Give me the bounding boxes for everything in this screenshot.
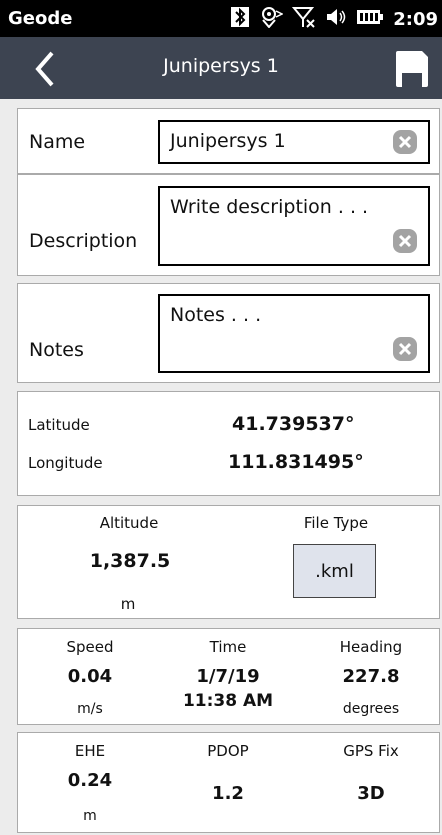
- heading-value: 227.8: [342, 666, 400, 687]
- time-date: 1/7/19: [196, 666, 260, 687]
- ehe-value: 0.24: [67, 770, 113, 791]
- notes-label: Notes: [29, 339, 84, 361]
- clear-description-icon[interactable]: [392, 228, 418, 254]
- save-button[interactable]: [394, 49, 430, 89]
- notes-card: Notes Notes . . .: [17, 283, 440, 383]
- bluetooth-icon: [230, 6, 250, 33]
- file-type-button[interactable]: .kml: [293, 544, 376, 598]
- latitude-label: Latitude: [28, 416, 90, 434]
- file-type-label: File Type: [303, 514, 369, 532]
- time-label: Time: [209, 638, 247, 656]
- status-bar: Geode 2:09: [0, 0, 442, 37]
- longitude-label: Longitude: [28, 454, 103, 472]
- altitude-label: Altitude: [99, 514, 159, 532]
- name-value: Junipersys 1: [170, 130, 286, 152]
- battery-icon: [356, 8, 384, 31]
- altitude-value: 1,387.5: [89, 550, 171, 572]
- heading-unit: degrees: [342, 701, 400, 717]
- latitude-value: 41.739537°: [232, 413, 355, 435]
- position-card: Latitude 41.739537° Longitude 111.831495…: [17, 391, 440, 496]
- gps-icon: [259, 6, 284, 33]
- pdop-value: 1.2: [212, 783, 244, 804]
- description-field[interactable]: Write description . . .: [158, 186, 430, 266]
- gps-fix-label: GPS Fix: [343, 742, 399, 760]
- app-name: Geode: [8, 8, 73, 29]
- gps-fix-value: 3D: [357, 783, 385, 804]
- speed-unit: m/s: [77, 701, 103, 717]
- longitude-value: 111.831495°: [228, 451, 364, 473]
- name-card: Name Junipersys 1: [17, 108, 440, 174]
- no-signal-icon: [292, 6, 316, 33]
- ehe-unit: m: [83, 808, 97, 824]
- altitude-card: Altitude 1,387.5 m File Type .kml: [17, 505, 440, 619]
- pdop-label: PDOP: [207, 742, 249, 760]
- speed-value: 0.04: [67, 666, 113, 687]
- file-type-value: .kml: [315, 560, 354, 582]
- clear-name-icon[interactable]: [392, 129, 418, 155]
- altitude-unit: m: [120, 595, 136, 613]
- description-label: Description: [29, 230, 138, 252]
- motion-card: Speed 0.04 m/s Time 1/7/19 11:38 AM Head…: [17, 628, 440, 725]
- save-icon: [396, 51, 428, 87]
- notes-field[interactable]: Notes . . .: [158, 294, 430, 373]
- name-field[interactable]: Junipersys 1: [158, 120, 430, 164]
- content-area: Name Junipersys 1 Description Write desc…: [0, 99, 442, 835]
- clear-notes-icon[interactable]: [392, 336, 418, 362]
- description-placeholder: Write description . . .: [170, 196, 369, 218]
- clock: 2:09: [393, 9, 438, 30]
- page-title: Junipersys 1: [163, 55, 279, 77]
- ehe-label: EHE: [74, 742, 106, 760]
- speed-label: Speed: [66, 638, 114, 656]
- time-clock: 11:38 AM: [182, 691, 274, 711]
- description-card: Description Write description . . .: [17, 174, 440, 276]
- notes-placeholder: Notes . . .: [170, 304, 262, 326]
- name-label: Name: [29, 131, 86, 153]
- volume-icon: [325, 6, 347, 33]
- title-bar: Junipersys 1: [0, 37, 442, 99]
- heading-label: Heading: [339, 638, 403, 656]
- accuracy-card: EHE 0.24 m PDOP 1.2 GPS Fix 3D: [17, 732, 440, 833]
- status-icons: 2:09: [230, 6, 438, 33]
